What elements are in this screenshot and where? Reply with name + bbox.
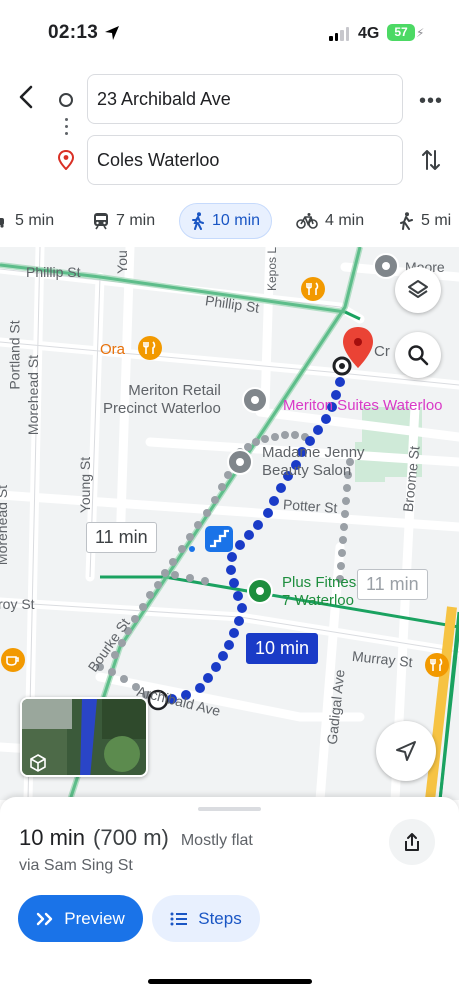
poi-label[interactable]: Meriton Suites Waterloo bbox=[283, 397, 443, 415]
poi-label[interactable]: Ora bbox=[100, 341, 125, 359]
walk-icon bbox=[192, 212, 204, 230]
status-time: 02:13 bbox=[48, 22, 99, 43]
tab-transit[interactable]: 7 min bbox=[93, 203, 155, 239]
directions-sheet: 10 min (700 m) Mostly flat via Sam Sing … bbox=[0, 797, 459, 996]
origin-circle-icon bbox=[59, 93, 73, 107]
gym-marker-icon[interactable] bbox=[247, 578, 273, 604]
place-marker-icon[interactable] bbox=[373, 253, 399, 279]
street-label: Morehead St bbox=[25, 354, 42, 436]
share-button[interactable] bbox=[389, 819, 435, 865]
signal-icon bbox=[329, 27, 349, 41]
route-distance: (700 m) bbox=[93, 825, 169, 850]
cafe-icon[interactable] bbox=[0, 647, 26, 673]
street-label: Cr bbox=[374, 343, 390, 360]
recenter-button[interactable] bbox=[376, 721, 436, 781]
preview-button[interactable]: Preview bbox=[18, 895, 143, 942]
tab-transit-label: 7 min bbox=[116, 212, 156, 229]
place-marker-icon[interactable] bbox=[227, 449, 253, 475]
battery-icon: 57 bbox=[387, 24, 415, 41]
layers-icon bbox=[408, 280, 428, 298]
street-label: Kepos L bbox=[265, 247, 280, 292]
restaurant-icon[interactable] bbox=[424, 652, 450, 678]
origin-input[interactable]: 23 Archibald Ave bbox=[87, 74, 403, 124]
sheet-drag-handle[interactable] bbox=[198, 807, 261, 811]
transit-icon bbox=[94, 213, 108, 230]
route-time-chip-selected[interactable]: 10 min bbox=[246, 633, 319, 664]
network-type: 4G bbox=[358, 25, 380, 42]
poi-label[interactable]: Madame Jenny Beauty Salon bbox=[262, 444, 365, 480]
share-icon bbox=[405, 833, 419, 851]
tab-walk-label: 10 min bbox=[212, 212, 261, 229]
street-label: Portland St bbox=[6, 320, 23, 390]
list-icon bbox=[170, 912, 188, 925]
preview-button-label: Preview bbox=[64, 908, 125, 928]
swap-icon[interactable] bbox=[420, 147, 442, 173]
search-button[interactable] bbox=[395, 332, 441, 378]
3d-cube-icon bbox=[30, 754, 46, 772]
navigation-arrow-icon bbox=[396, 741, 416, 761]
street-label: Phillip St bbox=[26, 264, 81, 280]
restaurant-icon[interactable] bbox=[300, 276, 326, 302]
home-indicator bbox=[148, 979, 312, 984]
search-icon bbox=[408, 345, 429, 366]
destination-input[interactable]: Coles Waterloo bbox=[87, 135, 403, 185]
street-label: roy St bbox=[0, 596, 35, 612]
route-dots-icon bbox=[65, 118, 68, 140]
route-time-chip[interactable]: 11 min bbox=[86, 522, 157, 553]
tab-drive-label: 5 min bbox=[15, 212, 55, 229]
location-arrow-icon bbox=[105, 26, 119, 40]
street-label: You bbox=[113, 250, 130, 274]
car-icon bbox=[0, 218, 4, 228]
route-terrain: Mostly flat bbox=[180, 832, 253, 849]
steps-button[interactable]: Steps bbox=[152, 895, 260, 942]
layers-button[interactable] bbox=[395, 267, 441, 313]
poi-label[interactable]: Meriton Retail Precinct Waterloo bbox=[103, 382, 221, 418]
route-duration: 10 min bbox=[19, 825, 86, 850]
rideshare-icon bbox=[400, 212, 413, 230]
double-chevron-icon bbox=[37, 912, 53, 925]
travel-mode-tabs: 5 min 7 min 10 min 4 min 5 mi bbox=[0, 203, 459, 241]
tab-rideshare-label: 5 mi bbox=[421, 212, 452, 229]
tab-bike-label: 4 min bbox=[325, 212, 365, 229]
more-options-icon[interactable]: ••• bbox=[419, 90, 443, 113]
route-summary: 10 min (700 m) Mostly flat bbox=[19, 825, 253, 851]
charging-icon: ⚡ bbox=[416, 26, 425, 40]
tab-bike[interactable]: 4 min bbox=[296, 203, 364, 239]
destination-pin-icon bbox=[57, 150, 75, 170]
status-bar: 02:13 4G 57 ⚡ bbox=[0, 0, 459, 62]
tab-walk[interactable]: 10 min bbox=[179, 203, 273, 239]
steps-button-label: Steps bbox=[198, 908, 242, 928]
place-marker-icon[interactable] bbox=[242, 387, 268, 413]
restaurant-icon[interactable] bbox=[137, 335, 163, 361]
bike-icon bbox=[296, 213, 318, 229]
route-time-chip[interactable]: 11 min bbox=[357, 569, 428, 600]
street-label: Young St bbox=[77, 456, 94, 514]
street-label: Morehead St bbox=[0, 484, 11, 566]
street-view-thumbnail[interactable] bbox=[20, 697, 148, 777]
route-via: via Sam Sing St bbox=[19, 857, 133, 874]
tab-rideshare[interactable]: 5 mi bbox=[398, 203, 451, 239]
back-arrow-icon[interactable] bbox=[14, 84, 40, 110]
map-view[interactable]: Phillip St Phillip St Portland St Morehe… bbox=[0, 247, 459, 800]
tab-drive[interactable]: 5 min bbox=[0, 203, 54, 239]
